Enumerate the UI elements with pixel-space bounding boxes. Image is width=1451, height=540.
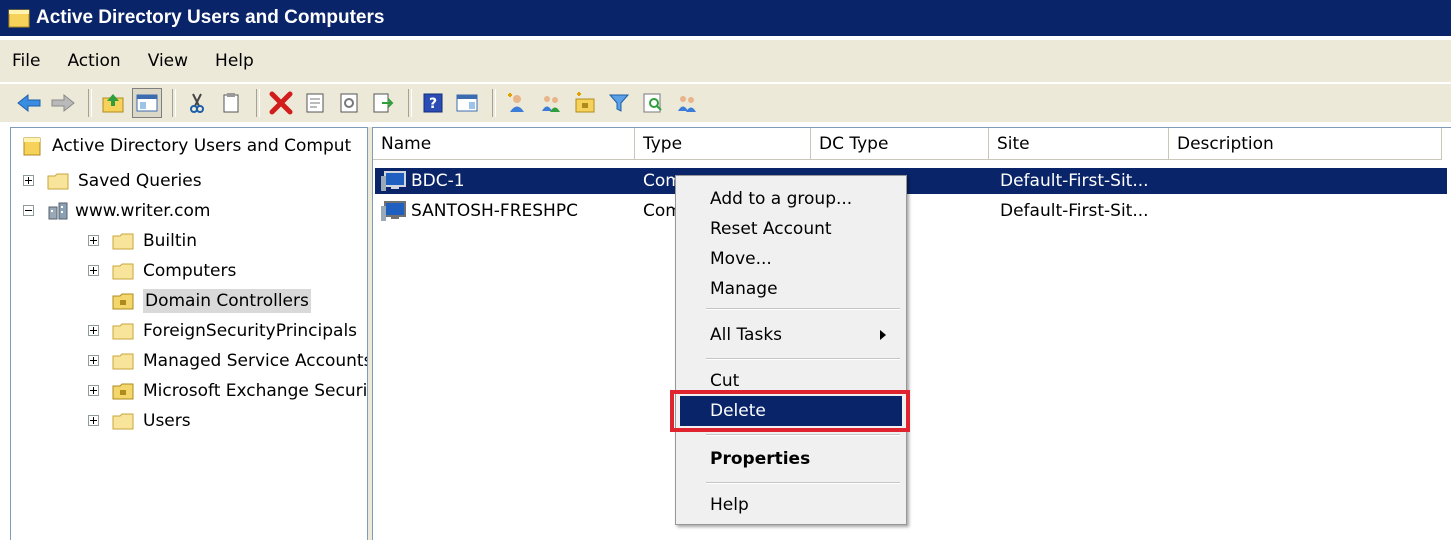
tree-label: Users	[143, 411, 191, 431]
toolbar-separator	[492, 89, 496, 117]
context-menu: Add to a group... Reset Account Move... …	[675, 175, 907, 525]
svg-text:?: ?	[429, 96, 437, 112]
column-header-description[interactable]: Description	[1169, 128, 1442, 160]
show-action-pane-icon[interactable]	[452, 88, 482, 118]
menu-help[interactable]: Help	[203, 51, 269, 71]
folder-icon	[112, 353, 134, 370]
results-list[interactable]: Name Type DC Type Site Description BDC-1…	[372, 127, 1451, 540]
menu-separator	[706, 434, 900, 436]
menu-item-reset-account[interactable]: Reset Account	[680, 214, 902, 244]
tree-label: Builtin	[143, 231, 198, 251]
show-console-tree-icon[interactable]	[132, 88, 162, 118]
column-header-site[interactable]: Site	[989, 128, 1169, 160]
delete-icon[interactable]	[266, 88, 296, 118]
menu-file[interactable]: File	[0, 51, 55, 71]
tree-label: ForeignSecurityPrincipals	[143, 321, 358, 341]
folder-icon	[112, 233, 134, 250]
column-header-dc-type[interactable]: DC Type	[811, 128, 989, 160]
toolbar: ?	[0, 84, 1451, 122]
tree-item-domain-controllers[interactable]: Domain Controllers	[91, 287, 311, 315]
refresh-icon[interactable]	[334, 88, 364, 118]
menu-separator	[706, 308, 900, 310]
toolbar-separator	[408, 89, 412, 117]
tree-item-users[interactable]: Users	[91, 407, 191, 435]
computer-icon	[381, 201, 406, 221]
menu-item-all-tasks[interactable]: All Tasks	[680, 320, 902, 350]
collapse-domain[interactable]	[23, 205, 34, 216]
menu-separator	[706, 358, 900, 360]
tree-item-computers[interactable]: Computers	[91, 257, 236, 285]
column-header-name[interactable]: Name	[373, 128, 635, 160]
computer-icon	[381, 171, 406, 191]
submenu-arrow-icon	[880, 330, 886, 340]
menu-item-move[interactable]: Move...	[680, 244, 902, 274]
site-cell: Default-First-Sit...	[1000, 171, 1149, 191]
tree-item-managed-service-accounts[interactable]: Managed Service Accounts	[91, 347, 368, 375]
expand-saved-queries[interactable]	[23, 175, 34, 186]
menu-item-manage[interactable]: Manage	[680, 274, 902, 304]
menu-separator	[706, 482, 900, 484]
menu-item-cut[interactable]: Cut	[680, 366, 902, 396]
menu-item-properties[interactable]: Properties	[680, 444, 902, 474]
tree-label: Managed Service Accounts	[143, 351, 368, 371]
folder-icon	[112, 323, 134, 340]
table-row[interactable]: BDC-1 Com Default-First-Sit...	[375, 168, 1447, 194]
column-header-type[interactable]: Type	[635, 128, 811, 160]
help-icon[interactable]: ?	[418, 88, 448, 118]
tree-item-foreign-security-principals[interactable]: ForeignSecurityPrincipals	[91, 317, 357, 345]
toolbar-separator	[256, 89, 260, 117]
toolbar-separator	[88, 89, 92, 117]
window-title: Active Directory Users and Computers	[36, 7, 385, 28]
menu-bar: File Action View Help	[0, 40, 1451, 82]
find-icon[interactable]	[638, 88, 668, 118]
tree-item-domain[interactable]: www.writer.com	[47, 197, 210, 225]
site-cell: Default-First-Sit...	[1000, 201, 1149, 221]
console-tree[interactable]: Active Directory Users and Comput Saved …	[10, 127, 368, 540]
new-group-icon[interactable]	[536, 88, 566, 118]
tree-label-selected: Domain Controllers	[143, 289, 311, 313]
back-arrow-icon[interactable]	[14, 88, 44, 118]
tree-item-saved-queries[interactable]: Saved Queries	[47, 167, 202, 195]
tree-root[interactable]: Active Directory Users and Comput	[21, 132, 351, 160]
menu-item-add-to-group[interactable]: Add to a group...	[680, 184, 902, 214]
tree-label: Microsoft Exchange Securit	[143, 381, 368, 401]
menu-item-help[interactable]: Help	[680, 490, 902, 520]
add-to-group-icon[interactable]	[672, 88, 702, 118]
toolbar-separator	[172, 89, 176, 117]
menu-item-delete[interactable]: Delete	[680, 396, 902, 426]
tree-label: www.writer.com	[75, 201, 211, 221]
folder-icon	[112, 413, 134, 430]
menu-view[interactable]: View	[136, 51, 203, 71]
table-row[interactable]: SANTOSH-FRESHPC Com Default-First-Sit...	[375, 198, 1447, 224]
ou-folder-icon	[112, 293, 134, 310]
tree-root-label: Active Directory Users and Comput	[52, 136, 352, 156]
name-cell: BDC-1	[381, 168, 465, 194]
forward-arrow-icon[interactable]	[48, 88, 78, 118]
tree-item-microsoft-exchange-security[interactable]: Microsoft Exchange Securit	[91, 377, 368, 405]
row-name: SANTOSH-FRESHPC	[411, 201, 578, 221]
cut-icon[interactable]	[182, 88, 212, 118]
domain-icon	[48, 202, 68, 220]
ou-folder-icon	[112, 383, 134, 400]
up-folder-icon[interactable]	[98, 88, 128, 118]
name-cell: SANTOSH-FRESHPC	[381, 198, 578, 224]
menu-action[interactable]: Action	[55, 51, 135, 71]
folder-icon	[47, 173, 69, 190]
title-bar: Active Directory Users and Computers	[0, 0, 1451, 36]
tree-label: Computers	[143, 261, 237, 281]
export-list-icon[interactable]	[368, 88, 398, 118]
tree-label: Saved Queries	[78, 171, 202, 191]
ad-console-icon	[8, 9, 30, 28]
new-ou-icon[interactable]	[570, 88, 600, 118]
row-name: BDC-1	[411, 171, 465, 191]
folder-icon	[112, 263, 134, 280]
copy-icon[interactable]	[216, 88, 246, 118]
tree-item-builtin[interactable]: Builtin	[91, 227, 197, 255]
menu-item-all-tasks-label: All Tasks	[710, 325, 783, 345]
new-user-icon[interactable]	[502, 88, 532, 118]
ad-console-icon	[23, 137, 41, 156]
filter-icon[interactable]	[604, 88, 634, 118]
properties-icon[interactable]	[300, 88, 330, 118]
